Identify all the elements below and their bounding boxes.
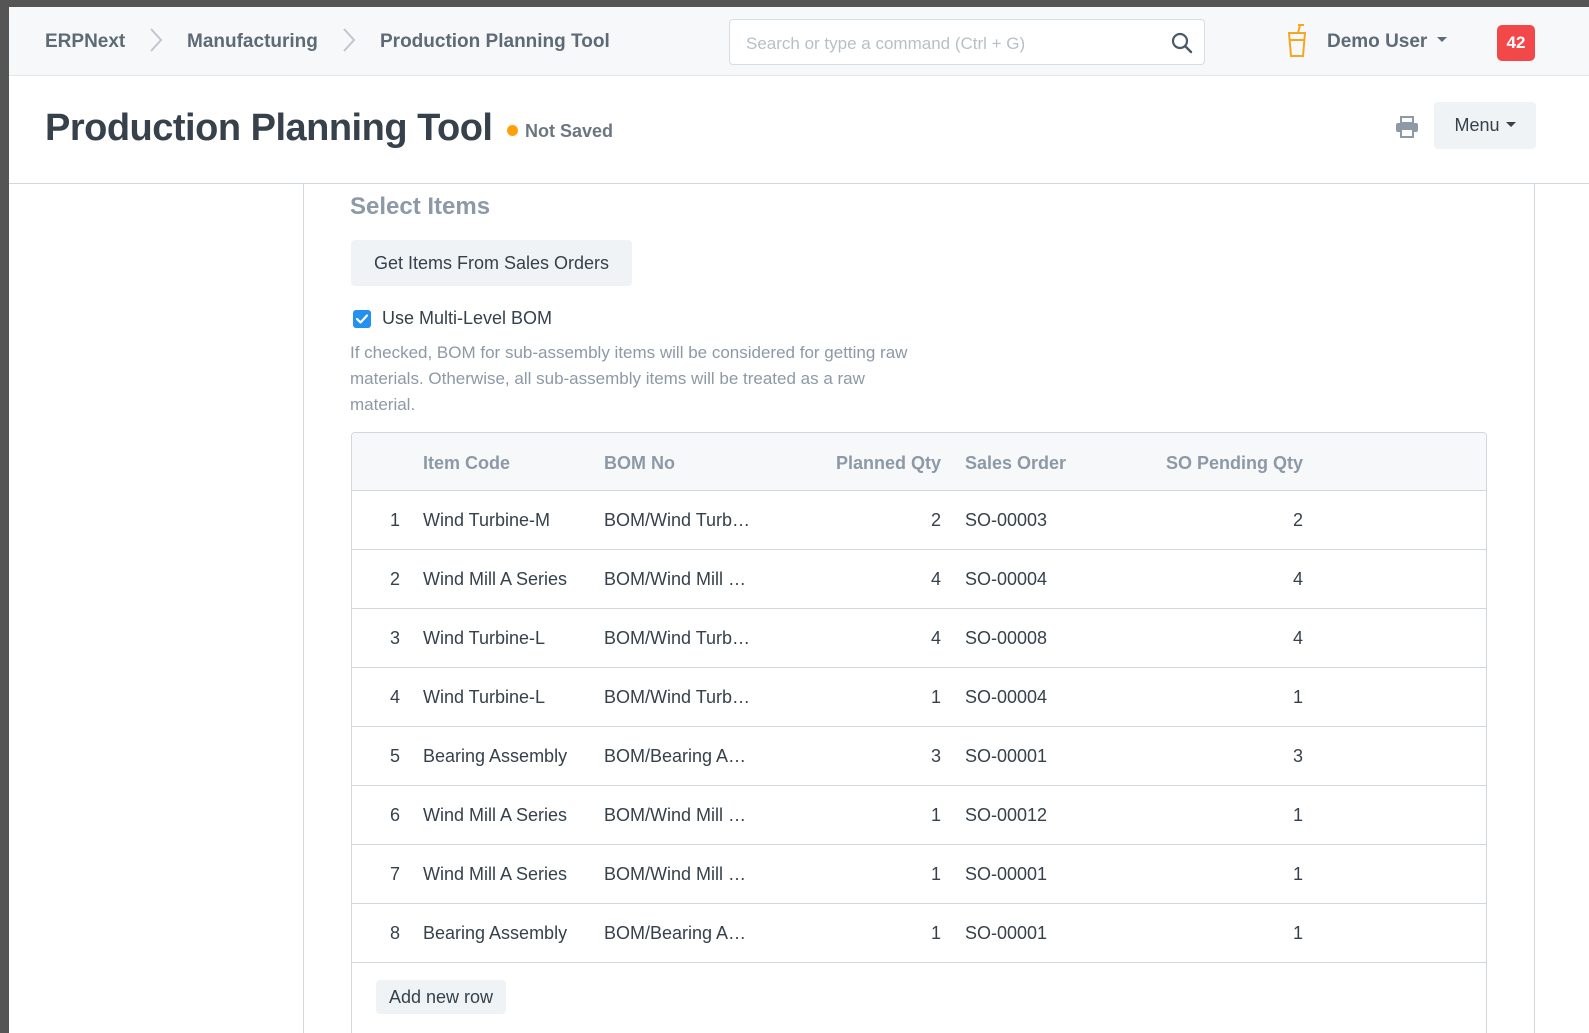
grid-header: Item Code BOM No Planned Qty Sales Order…: [352, 433, 1486, 491]
bom-no-cell[interactable]: BOM/Bearing A…: [604, 746, 746, 767]
row-index: 6: [389, 805, 400, 825]
planned-qty-cell[interactable]: 1: [931, 864, 941, 885]
chevron-right-icon: [343, 28, 356, 52]
bom-no-cell[interactable]: BOM/Wind Turb…: [604, 628, 750, 649]
row-index: 3: [389, 628, 400, 648]
table-row[interactable]: 6 Wind Mill A Series BOM/Wind Mill … 1 SO-00…: [352, 786, 1486, 845]
item-code-cell[interactable]: Wind Turbine-L: [423, 687, 545, 708]
search-input[interactable]: Search or type a command (Ctrl + G): [729, 19, 1205, 65]
add-new-row-button[interactable]: Add new row: [376, 980, 506, 1014]
caret-down-icon: [1437, 37, 1448, 43]
planned-qty-cell[interactable]: 1: [931, 923, 941, 944]
column-header-planned-qty: Planned Qty: [835, 453, 941, 473]
planned-qty-cell[interactable]: 4: [931, 569, 941, 590]
so-pending-qty-cell[interactable]: 4: [1293, 569, 1303, 590]
bom-no-cell[interactable]: BOM/Wind Mill …: [604, 805, 746, 826]
so-pending-qty-cell[interactable]: 1: [1293, 687, 1303, 708]
so-pending-qty-cell[interactable]: 1: [1293, 805, 1303, 826]
page-title: Production Planning Tool: [45, 107, 493, 149]
multi-level-bom-checkbox[interactable]: [353, 310, 371, 328]
column-divider: [1534, 184, 1535, 1033]
item-code-cell[interactable]: Wind Turbine-L: [423, 628, 545, 649]
so-pending-qty-cell[interactable]: 4: [1293, 628, 1303, 649]
item-code-cell[interactable]: Bearing Assembly: [423, 746, 567, 767]
menu-label: Menu: [1454, 115, 1500, 135]
planned-qty-cell[interactable]: 3: [931, 746, 941, 767]
planned-qty-cell[interactable]: 2: [931, 510, 941, 531]
printer-icon[interactable]: [1395, 116, 1419, 138]
sales-order-cell[interactable]: SO-00003: [965, 510, 1047, 531]
sales-order-cell[interactable]: SO-00004: [965, 569, 1047, 590]
so-pending-qty-cell[interactable]: 3: [1293, 746, 1303, 767]
bom-no-cell[interactable]: BOM/Wind Mill …: [604, 569, 746, 590]
planned-qty-cell[interactable]: 4: [931, 628, 941, 649]
breadcrumb-production-planning-tool[interactable]: Production Planning Tool: [380, 31, 610, 53]
table-row[interactable]: 3 Wind Turbine-L BOM/Wind Turb… 4 SO-00008 4: [352, 609, 1486, 668]
table-row[interactable]: 2 Wind Mill A Series BOM/Wind Mill … 4 SO-00…: [352, 550, 1486, 609]
bom-no-cell[interactable]: BOM/Wind Mill …: [604, 864, 746, 885]
row-index: 4: [389, 687, 400, 707]
item-code-cell[interactable]: Bearing Assembly: [423, 923, 567, 944]
caret-down-icon: [1505, 121, 1516, 127]
column-header-so-pending-qty: SO Pending Qty: [1165, 453, 1303, 473]
status-dot-icon: [507, 125, 518, 136]
sales-order-cell[interactable]: SO-00001: [965, 923, 1047, 944]
table-row[interactable]: 1 Wind Turbine-M BOM/Wind Turb… 2 SO-00003 2: [352, 491, 1486, 550]
sales-order-cell[interactable]: SO-00004: [965, 687, 1047, 708]
chevron-right-icon: [150, 28, 163, 52]
sales-order-cell[interactable]: SO-00001: [965, 746, 1047, 767]
status-indicator: Not Saved: [507, 121, 613, 142]
page-head: Production Planning Tool Not Saved Menu: [9, 77, 1589, 184]
menu-button[interactable]: Menu: [1434, 102, 1536, 149]
so-pending-qty-cell[interactable]: 2: [1293, 510, 1303, 531]
item-code-cell[interactable]: Wind Mill A Series: [423, 864, 567, 885]
navbar: ERPNext Manufacturing Production Plannin…: [9, 7, 1589, 76]
bom-no-cell[interactable]: BOM/Wind Turb…: [604, 687, 750, 708]
table-row[interactable]: 5 Bearing Assembly BOM/Bearing A… 3 SO-00001…: [352, 727, 1486, 786]
item-code-cell[interactable]: Wind Mill A Series: [423, 569, 567, 590]
notification-badge[interactable]: 42: [1497, 25, 1535, 61]
item-code-cell[interactable]: Wind Turbine-M: [423, 510, 550, 531]
bom-no-cell[interactable]: BOM/Bearing A…: [604, 923, 746, 944]
multi-level-bom-label[interactable]: Use Multi-Level BOM: [382, 308, 552, 329]
app-frame: ERPNext Manufacturing Production Plannin…: [0, 0, 1589, 1033]
row-index: 1: [389, 510, 400, 530]
row-index: 5: [389, 746, 400, 766]
column-divider: [303, 184, 304, 1033]
search-placeholder: Search or type a command (Ctrl + G): [746, 34, 1026, 53]
search-icon[interactable]: [1170, 31, 1194, 55]
breadcrumb-erpnext[interactable]: ERPNext: [45, 31, 125, 53]
items-grid: Item Code BOM No Planned Qty Sales Order…: [351, 432, 1487, 1033]
row-index: 8: [389, 923, 400, 943]
sales-order-cell[interactable]: SO-00001: [965, 864, 1047, 885]
column-header-bom-no: BOM No: [604, 453, 675, 473]
row-index: 2: [389, 569, 400, 589]
cup-icon[interactable]: [1285, 23, 1309, 59]
get-items-from-sales-orders-button[interactable]: Get Items From Sales Orders: [351, 240, 632, 286]
table-row[interactable]: 8 Bearing Assembly BOM/Bearing A… 1 SO-00001…: [352, 904, 1486, 963]
status-text: Not Saved: [525, 121, 614, 141]
planned-qty-cell[interactable]: 1: [931, 687, 941, 708]
planned-qty-cell[interactable]: 1: [931, 805, 941, 826]
table-row[interactable]: 7 Wind Mill A Series BOM/Wind Mill … 1 SO-00…: [352, 845, 1486, 904]
multi-level-bom-help: If checked, BOM for sub-assembly items w…: [350, 343, 908, 414]
breadcrumb-manufacturing[interactable]: Manufacturing: [187, 31, 318, 53]
so-pending-qty-cell[interactable]: 1: [1293, 864, 1303, 885]
sales-order-cell[interactable]: SO-00008: [965, 628, 1047, 649]
column-header-item-code: Item Code: [423, 453, 511, 473]
sales-order-cell[interactable]: SO-00012: [965, 805, 1047, 826]
section-title: Select Items: [350, 193, 491, 220]
so-pending-qty-cell[interactable]: 1: [1293, 923, 1303, 944]
row-index: 7: [389, 864, 400, 884]
table-row[interactable]: 4 Wind Turbine-L BOM/Wind Turb… 1 SO-00004 1: [352, 668, 1486, 727]
item-code-cell[interactable]: Wind Mill A Series: [423, 805, 567, 826]
user-menu[interactable]: Demo User: [1327, 31, 1448, 53]
bom-no-cell[interactable]: BOM/Wind Turb…: [604, 510, 750, 531]
column-header-sales-order: Sales Order: [965, 453, 1067, 473]
user-name: Demo User: [1327, 31, 1428, 52]
